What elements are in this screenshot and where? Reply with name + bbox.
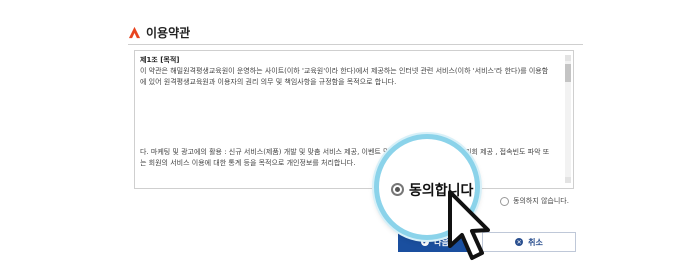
terms-paragraph-line: 이 약관은 해밀원격평생교육원이 운영하는 사이트(이하 '교육원'이라 한다)… [140, 67, 549, 75]
scroll-thumb[interactable] [565, 64, 571, 82]
close-icon: ✕ [515, 238, 524, 246]
agree-radio[interactable] [391, 183, 404, 196]
header-divider [128, 44, 583, 45]
terms-paragraph-line: 다. 마케팅 및 광고에의 활용 : 신규 서비스(제품) 개발 및 맞춤 서비… [140, 148, 550, 156]
cancel-button-label: 취소 [528, 237, 543, 247]
mouse-pointer-icon [448, 190, 490, 260]
disagree-label: 동의하지 않습니다. [513, 197, 569, 205]
brand-a-logo [128, 26, 141, 38]
faded-overlay [136, 93, 562, 145]
terms-paragraph-line: 는 회원의 서비스 이용에 대한 통계 등을 목적으로 개인정보를 처리합니다. [140, 159, 356, 167]
page-title: 이용약관 [146, 25, 191, 40]
terms-scroll-box[interactable]: 제1조 [목적] 이 약관은 해밀원격평생교육원이 운영하는 사이트(이하 '교… [134, 50, 574, 189]
terms-paragraph-line: 에 있어 원격평생교육원과 이용자의 권리 의무 및 책임사항을 규정함을 목적… [140, 78, 397, 86]
terms-content-lower: 다. 마케팅 및 광고에의 활용 : 신규 서비스(제품) 개발 및 맞춤 서비… [140, 147, 558, 169]
scroll-up-arrow-icon[interactable] [565, 55, 571, 61]
disagree-option[interactable]: 동의하지 않습니다. [500, 196, 569, 206]
terms-scrollbar[interactable] [565, 55, 571, 183]
scroll-down-arrow-icon[interactable] [565, 177, 571, 183]
terms-content: 제1조 [목적] 이 약관은 해밀원격평생교육원이 운영하는 사이트(이하 '교… [140, 55, 558, 88]
terms-article-heading: 제1조 [목적] [140, 56, 180, 64]
page-header: 이용약관 [128, 20, 588, 44]
